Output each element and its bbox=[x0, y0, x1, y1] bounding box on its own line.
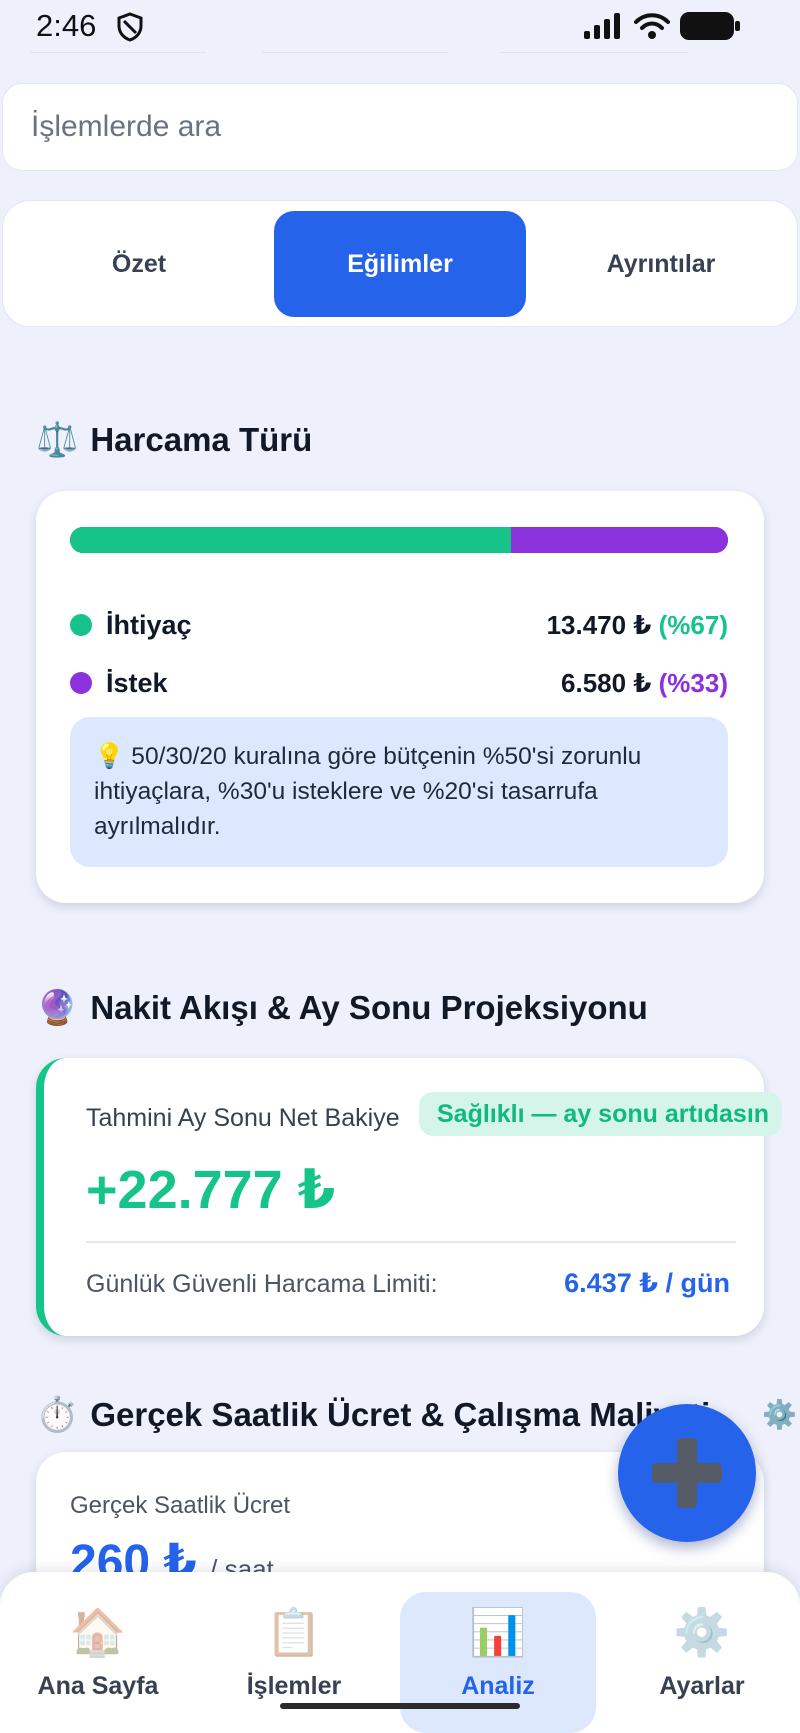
tab-details[interactable]: Ayrıntılar bbox=[535, 211, 787, 317]
nav-label: Analiz bbox=[461, 1672, 535, 1700]
shield-icon bbox=[117, 12, 143, 42]
need-value: 13.470 ₺ (%67) bbox=[547, 610, 728, 641]
status-divider bbox=[262, 52, 448, 53]
want-percent: (%33) bbox=[658, 667, 728, 698]
gear-icon[interactable]: ⚙️ bbox=[762, 1398, 797, 1431]
scales-icon: ⚖️ bbox=[36, 421, 79, 459]
nav-item-analysis[interactable]: 📊 Analiz bbox=[400, 1592, 596, 1733]
home-indicator bbox=[280, 1703, 520, 1709]
daily-limit-label: Günlük Güvenli Harcama Limiti: bbox=[86, 1270, 438, 1298]
nav-label: İşlemler bbox=[246, 1672, 342, 1700]
want-value: 6.580 ₺ (%33) bbox=[561, 668, 728, 699]
projection-label: Tahmini Ay Sonu Net Bakiye bbox=[86, 1104, 400, 1132]
tab-summary[interactable]: Özet bbox=[13, 211, 265, 317]
need-dot bbox=[70, 614, 92, 636]
want-bar-segment bbox=[510, 527, 728, 553]
cash-flow-card: Tahmini Ay Sonu Net Bakiye Sağlıklı — ay… bbox=[36, 1058, 782, 1336]
projection-value: +22.777 ₺ bbox=[86, 1160, 336, 1220]
need-percent: (%67) bbox=[658, 609, 728, 640]
need-amount: 13.470 ₺ bbox=[546, 609, 652, 640]
add-transaction-button[interactable] bbox=[618, 1404, 756, 1542]
budget-tip: 💡 50/30/20 kuralına göre bütçenin %50'si… bbox=[70, 717, 728, 867]
crystal-ball-icon: 🔮 bbox=[36, 989, 79, 1027]
nav-label: Ayarlar bbox=[659, 1672, 745, 1700]
need-bar-segment bbox=[70, 527, 511, 553]
want-dot bbox=[70, 672, 92, 694]
spending-type-heading: ⚖️ Harcama Türü bbox=[36, 420, 312, 460]
hourly-wage-title: Gerçek Saatlik Ücret & Çalışma Maliyeti bbox=[90, 1396, 711, 1433]
hourly-wage-label: Gerçek Saatlik Ücret bbox=[70, 1492, 291, 1519]
status-time: 2:46 bbox=[36, 8, 97, 43]
status-divider bbox=[500, 52, 688, 53]
wifi-icon bbox=[634, 13, 670, 39]
nav-item-settings[interactable]: ⚙️ Ayarlar bbox=[604, 1592, 800, 1733]
stopwatch-icon: ⏱️ bbox=[36, 1396, 79, 1434]
spending-type-title: Harcama Türü bbox=[90, 421, 313, 458]
search-box[interactable] bbox=[2, 83, 798, 171]
divider bbox=[86, 1241, 736, 1243]
status-divider bbox=[30, 52, 206, 53]
want-label: İstek bbox=[106, 667, 168, 698]
clipboard-icon: 📋 bbox=[265, 1606, 323, 1658]
legend-need: İhtiyaç 13.470 ₺ (%67) bbox=[70, 605, 728, 645]
hourly-wage-heading: ⏱️ Gerçek Saatlik Ücret & Çalışma Maliye… bbox=[36, 1395, 710, 1435]
status-icons bbox=[584, 12, 740, 40]
signal-icon bbox=[584, 13, 620, 39]
battery-icon bbox=[680, 12, 740, 40]
nav-item-home[interactable]: 🏠 Ana Sayfa bbox=[0, 1592, 196, 1733]
need-label: İhtiyaç bbox=[106, 609, 192, 640]
status-badge: Sağlıklı — ay sonu artıdasın bbox=[419, 1092, 782, 1136]
status-bar: 2:46 bbox=[0, 0, 800, 53]
segment-tabs: Özet Eğilimler Ayrıntılar bbox=[2, 200, 798, 327]
gear-icon: ⚙️ bbox=[673, 1606, 731, 1658]
cash-flow-title: Nakit Akışı & Ay Sonu Projeksiyonu bbox=[90, 989, 648, 1026]
nav-label: Ana Sayfa bbox=[37, 1672, 159, 1700]
plus-icon bbox=[652, 1438, 722, 1508]
nav-item-transactions[interactable]: 📋 İşlemler bbox=[196, 1592, 392, 1733]
legend-want: İstek 6.580 ₺ (%33) bbox=[70, 663, 728, 703]
analysis-screen: 2:46 İşlemlerde ara Özet Eğilimler Ayrın… bbox=[0, 0, 800, 1733]
cash-flow-heading: 🔮 Nakit Akışı & Ay Sonu Projeksiyonu bbox=[36, 988, 648, 1028]
daily-limit-value: 6.437 ₺ / gün bbox=[564, 1268, 730, 1298]
tab-trends[interactable]: Eğilimler bbox=[274, 211, 526, 317]
search-input[interactable] bbox=[31, 110, 797, 144]
spending-type-card: İhtiyaç 13.470 ₺ (%67) İstek 6.580 ₺ (%3… bbox=[36, 491, 764, 903]
need-want-bar bbox=[70, 527, 728, 553]
bar-chart-icon: 📊 bbox=[469, 1606, 527, 1658]
want-amount: 6.580 ₺ bbox=[561, 667, 652, 698]
home-icon: 🏠 bbox=[69, 1606, 127, 1658]
